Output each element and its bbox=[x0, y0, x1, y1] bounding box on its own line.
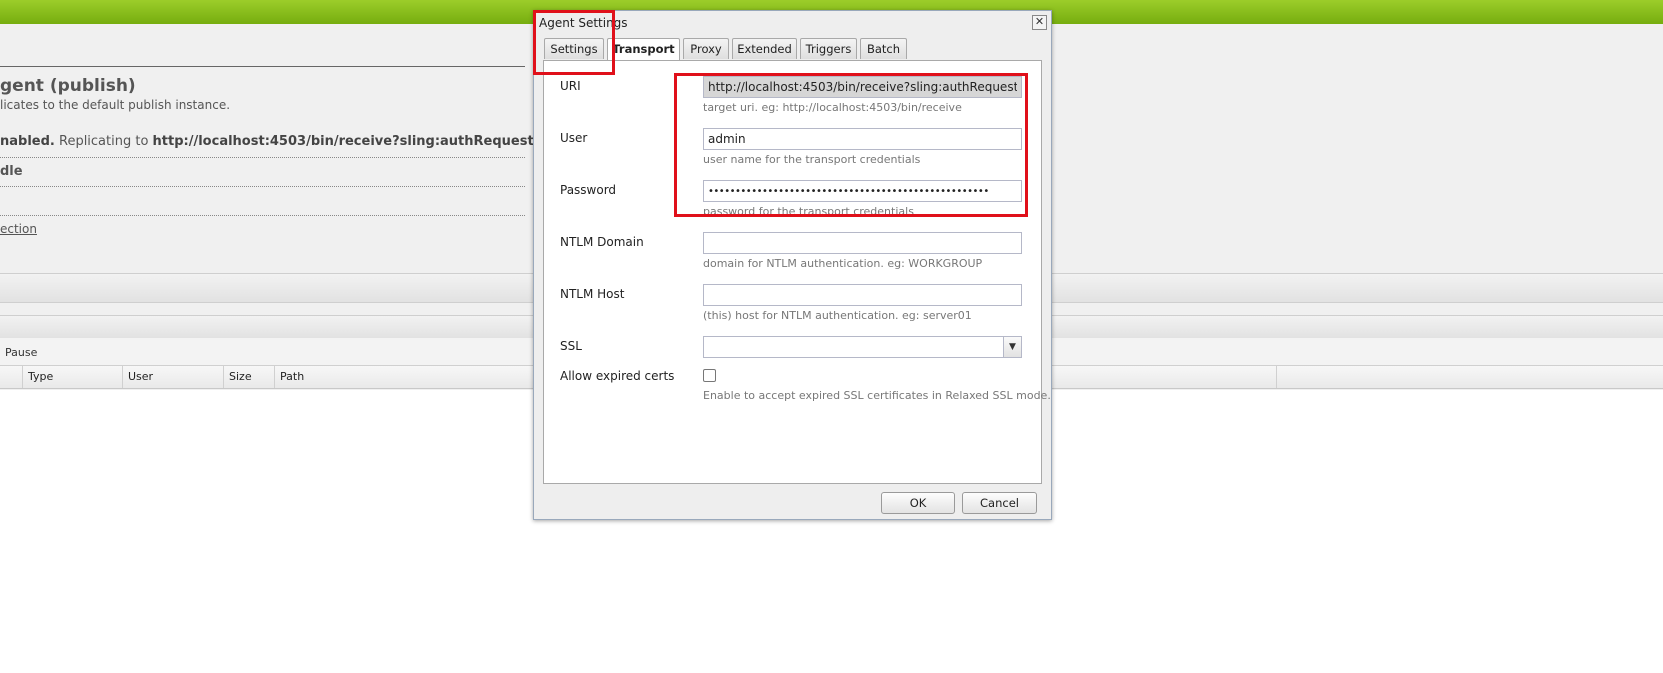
allow-expired-label: Allow expired certs bbox=[560, 369, 675, 383]
uri-input[interactable] bbox=[703, 76, 1022, 98]
user-label: User bbox=[560, 131, 588, 145]
grid-col-user[interactable]: User bbox=[123, 366, 224, 388]
ntlm-domain-label: NTLM Domain bbox=[560, 235, 644, 249]
grid-col-type[interactable]: Type bbox=[23, 366, 123, 388]
tab-transport[interactable]: Transport bbox=[607, 38, 680, 61]
allow-expired-checkbox[interactable] bbox=[703, 369, 716, 382]
status-middle: Replicating to bbox=[54, 134, 153, 149]
grid-col-size[interactable]: Size bbox=[224, 366, 275, 388]
ntlm-host-help: (this) host for NTLM authentication. eg:… bbox=[703, 309, 972, 322]
pause-button[interactable]: Pause bbox=[5, 346, 37, 359]
agent-settings-dialog: Agent Settings ✕ Settings Transport Prox… bbox=[533, 10, 1052, 520]
agent-status: nabled. Replicating to http://localhost:… bbox=[0, 134, 594, 149]
uri-help: target uri. eg: http://localhost:4503/bi… bbox=[703, 101, 962, 114]
tab-batch[interactable]: Batch bbox=[860, 38, 907, 59]
grid-col-blank bbox=[0, 366, 23, 388]
divider bbox=[0, 66, 525, 67]
tab-extended[interactable]: Extended bbox=[732, 38, 797, 59]
user-input[interactable] bbox=[703, 128, 1022, 150]
ssl-select[interactable]: ▼ bbox=[703, 336, 1022, 358]
ntlm-host-input[interactable] bbox=[703, 284, 1022, 306]
queue-state: dle bbox=[0, 164, 23, 179]
tab-proxy[interactable]: Proxy bbox=[683, 38, 729, 59]
divider bbox=[0, 157, 525, 158]
ssl-label: SSL bbox=[560, 339, 582, 353]
password-input[interactable] bbox=[703, 180, 1022, 202]
cancel-button[interactable]: Cancel bbox=[962, 492, 1037, 514]
tab-settings[interactable]: Settings bbox=[544, 38, 604, 59]
divider bbox=[0, 186, 525, 187]
password-label: Password bbox=[560, 183, 617, 197]
agent-description: licates to the default publish instance. bbox=[0, 98, 231, 112]
ntlm-domain-help: domain for NTLM authentication. eg: WORK… bbox=[703, 257, 983, 270]
transport-tab-panel: URI target uri. eg: http://localhost:450… bbox=[543, 60, 1051, 484]
close-icon[interactable]: ✕ bbox=[1032, 15, 1047, 30]
ntlm-host-label: NTLM Host bbox=[560, 287, 625, 301]
agent-title: gent (publish) bbox=[0, 76, 136, 96]
password-help: password for the transport credentials bbox=[703, 205, 914, 218]
allow-expired-help: Enable to accept expired SSL certificate… bbox=[703, 389, 1051, 402]
ntlm-domain-input[interactable] bbox=[703, 232, 1022, 254]
uri-label: URI bbox=[560, 79, 581, 93]
tab-triggers[interactable]: Triggers bbox=[800, 38, 857, 59]
user-help: user name for the transport credentials bbox=[703, 153, 921, 166]
test-connection-link[interactable]: ection bbox=[0, 222, 37, 236]
dialog-title: Agent Settings bbox=[539, 16, 628, 30]
status-target: http://localhost:4503/bin/receive?sling:… bbox=[152, 134, 594, 149]
divider bbox=[0, 215, 525, 216]
status-prefix: nabled. bbox=[0, 134, 55, 149]
ok-button[interactable]: OK bbox=[881, 492, 955, 514]
chevron-down-icon[interactable]: ▼ bbox=[1003, 337, 1021, 357]
